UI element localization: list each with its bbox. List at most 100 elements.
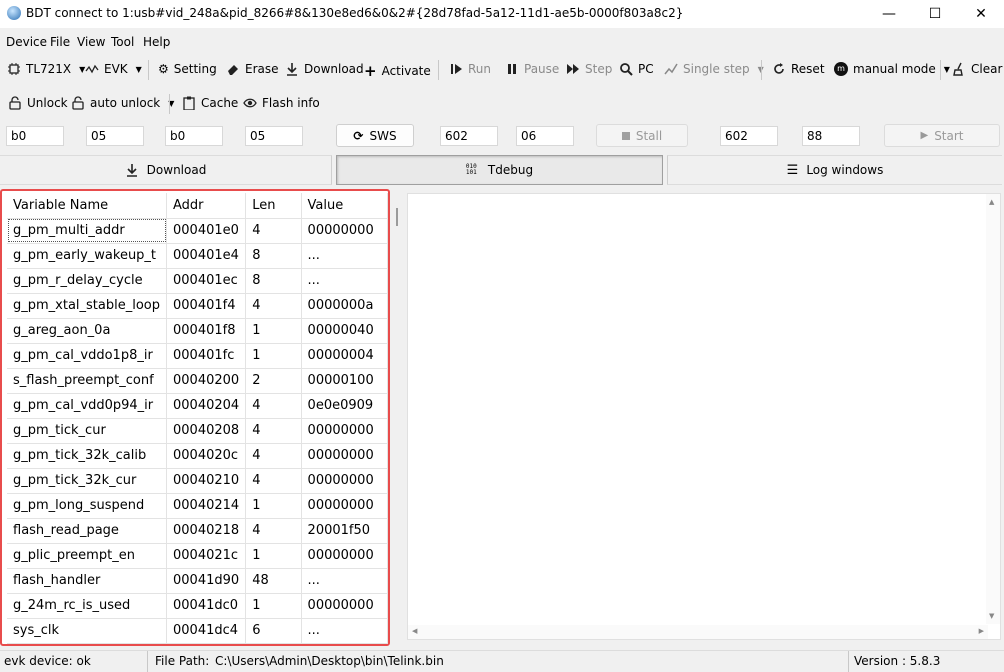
- cell-variable-name: g_pm_tick_32k_cur: [7, 468, 168, 494]
- cell-addr: 000401e0: [166, 218, 247, 244]
- table-row[interactable]: g_pm_long_suspend 00040214 1 00000000: [7, 493, 388, 519]
- table-row[interactable]: g_pm_cal_vddo1p8_ir 000401fc 1 00000004: [7, 343, 388, 369]
- minimize-button[interactable]: —: [866, 0, 912, 28]
- cell-addr: 000401f8: [166, 318, 247, 344]
- erase-label: Erase: [245, 62, 279, 76]
- input-field-2[interactable]: 05: [86, 126, 144, 146]
- run-button[interactable]: Run: [449, 62, 491, 76]
- menu-file[interactable]: File: [50, 35, 70, 49]
- menu-device[interactable]: Device: [6, 35, 47, 49]
- debug-output-pane[interactable]: ▲ ▼ ◀ ▶: [407, 193, 1001, 640]
- input-field-5[interactable]: 602: [440, 126, 498, 146]
- setting-button[interactable]: ⚙ Setting: [158, 62, 217, 76]
- cell-value[interactable]: 00000100: [301, 368, 388, 394]
- cell-value[interactable]: ...: [301, 243, 388, 269]
- input-field-1[interactable]: b0: [6, 126, 64, 146]
- column-header-addr[interactable]: Addr: [166, 193, 247, 219]
- mode-dropdown[interactable]: m manual mode ▼: [834, 62, 950, 76]
- sws-button[interactable]: ⟳ SWS: [336, 124, 414, 147]
- scroll-right-icon[interactable]: ▶: [979, 627, 984, 635]
- table-row[interactable]: g_24m_rc_is_used 00041dc0 1 00000000: [7, 593, 388, 619]
- cell-value[interactable]: ...: [301, 618, 388, 644]
- step-button[interactable]: Step: [566, 62, 612, 76]
- table-row[interactable]: g_pm_multi_addr 000401e0 4 00000000: [7, 218, 388, 244]
- table-row[interactable]: sys_clk 00041dc4 6...: [7, 618, 388, 644]
- table-row[interactable]: g_pm_cal_vdd0p94_ir 00040204 4 0e0e0909: [7, 393, 388, 419]
- chip-dropdown[interactable]: TL721X ▼: [7, 62, 85, 76]
- input-field-8[interactable]: 88: [802, 126, 860, 146]
- input-field-4[interactable]: 05: [245, 126, 303, 146]
- menu-view[interactable]: View: [77, 35, 105, 49]
- tab-log-windows[interactable]: ☰ Log windows: [667, 155, 1002, 185]
- cell-value[interactable]: 20001f50: [301, 518, 388, 544]
- auto-unlock-dropdown[interactable]: auto unlock ▼: [71, 96, 174, 110]
- table-row[interactable]: g_pm_tick_cur 00040208 4 00000000: [7, 418, 388, 444]
- cell-value[interactable]: 00000000: [301, 418, 388, 444]
- cell-value[interactable]: 00000000: [301, 543, 388, 569]
- board-dropdown[interactable]: EVK ▼: [85, 62, 142, 76]
- cell-value[interactable]: 00000000: [301, 468, 388, 494]
- menu-bar: Device File View Tool Help: [0, 31, 1004, 53]
- table-row[interactable]: g_pm_xtal_stable_loop 000401f4 4 0000000a: [7, 293, 388, 319]
- cell-value[interactable]: 00000000: [301, 593, 388, 619]
- menu-help[interactable]: Help: [143, 35, 170, 49]
- cell-value[interactable]: 0e0e0909: [301, 393, 388, 419]
- column-header-len[interactable]: Len: [245, 193, 302, 219]
- cache-button[interactable]: Cache: [182, 96, 238, 110]
- pc-button[interactable]: PC: [619, 62, 654, 76]
- start-button[interactable]: ▶ Start: [884, 124, 1000, 147]
- horizontal-scrollbar[interactable]: ◀ ▶: [408, 625, 988, 639]
- cell-value[interactable]: ...: [301, 568, 388, 594]
- cell-len: 48: [245, 568, 302, 594]
- table-row[interactable]: s_flash_preempt_conf 00040200 2 00000100: [7, 368, 388, 394]
- splitter-handle[interactable]: [396, 208, 398, 226]
- activate-button[interactable]: + Activate: [364, 62, 431, 80]
- cell-len: 8: [245, 268, 302, 294]
- table-row[interactable]: g_pm_tick_32k_cur 00040210 4 00000000: [7, 468, 388, 494]
- pause-button[interactable]: Pause: [505, 62, 559, 76]
- reset-button[interactable]: Reset: [772, 62, 825, 76]
- column-header-variable-name[interactable]: Variable Name: [7, 193, 168, 219]
- menu-tool[interactable]: Tool: [111, 35, 134, 49]
- flash-info-button[interactable]: Flash info: [243, 96, 320, 110]
- close-button[interactable]: ✕: [958, 0, 1004, 28]
- toolbar-divider: [438, 60, 439, 80]
- input-field-3[interactable]: b0: [165, 126, 223, 146]
- cell-value[interactable]: 00000000: [301, 493, 388, 519]
- cell-value[interactable]: ...: [301, 268, 388, 294]
- table-row[interactable]: g_pm_early_wakeup_t 000401e4 8...: [7, 243, 388, 269]
- toolbar-divider: [169, 94, 170, 114]
- toolbar-divider: [761, 60, 762, 80]
- table-row[interactable]: g_pm_tick_32k_calib 0004020c 4 00000000: [7, 443, 388, 469]
- cell-addr: 000401ec: [166, 268, 247, 294]
- table-row[interactable]: g_areg_aon_0a 000401f8 1 00000040: [7, 318, 388, 344]
- column-header-value[interactable]: Value: [301, 193, 388, 219]
- tab-download[interactable]: Download: [0, 155, 332, 185]
- cell-variable-name: flash_read_page: [7, 518, 168, 544]
- table-row[interactable]: g_pm_r_delay_cycle 000401ec 8...: [7, 268, 388, 294]
- cell-value[interactable]: 00000000: [301, 443, 388, 469]
- download-button[interactable]: Download: [285, 62, 364, 76]
- cell-value[interactable]: 00000004: [301, 343, 388, 369]
- scroll-left-icon[interactable]: ◀: [412, 627, 417, 635]
- clear-button[interactable]: Clear: [952, 62, 1002, 76]
- table-row[interactable]: g_plic_preempt_en 0004021c 1 00000000: [7, 543, 388, 569]
- maximize-button[interactable]: ☐: [912, 0, 958, 28]
- stall-button[interactable]: Stall: [596, 124, 688, 147]
- cell-value[interactable]: 00000040: [301, 318, 388, 344]
- table-row[interactable]: flash_read_page 00040218 4 20001f50: [7, 518, 388, 544]
- input-field-7[interactable]: 602: [720, 126, 778, 146]
- download-icon: [287, 63, 297, 76]
- cell-value[interactable]: 00000000: [301, 218, 388, 244]
- single-step-dropdown[interactable]: Single step▼: [664, 62, 764, 76]
- input-field-6[interactable]: 06: [516, 126, 574, 146]
- cell-value[interactable]: 0000000a: [301, 293, 388, 319]
- scroll-up-icon[interactable]: ▲: [989, 198, 994, 206]
- tab-tdebug[interactable]: 010 101 Tdebug: [336, 155, 663, 185]
- unlock-button[interactable]: Unlock: [8, 96, 68, 110]
- search-icon: [620, 63, 633, 76]
- table-row[interactable]: flash_handler 00041d90 48...: [7, 568, 388, 594]
- erase-button[interactable]: Erase: [226, 62, 279, 76]
- scroll-down-icon[interactable]: ▼: [989, 612, 994, 620]
- vertical-scrollbar[interactable]: ▲ ▼: [986, 194, 1000, 624]
